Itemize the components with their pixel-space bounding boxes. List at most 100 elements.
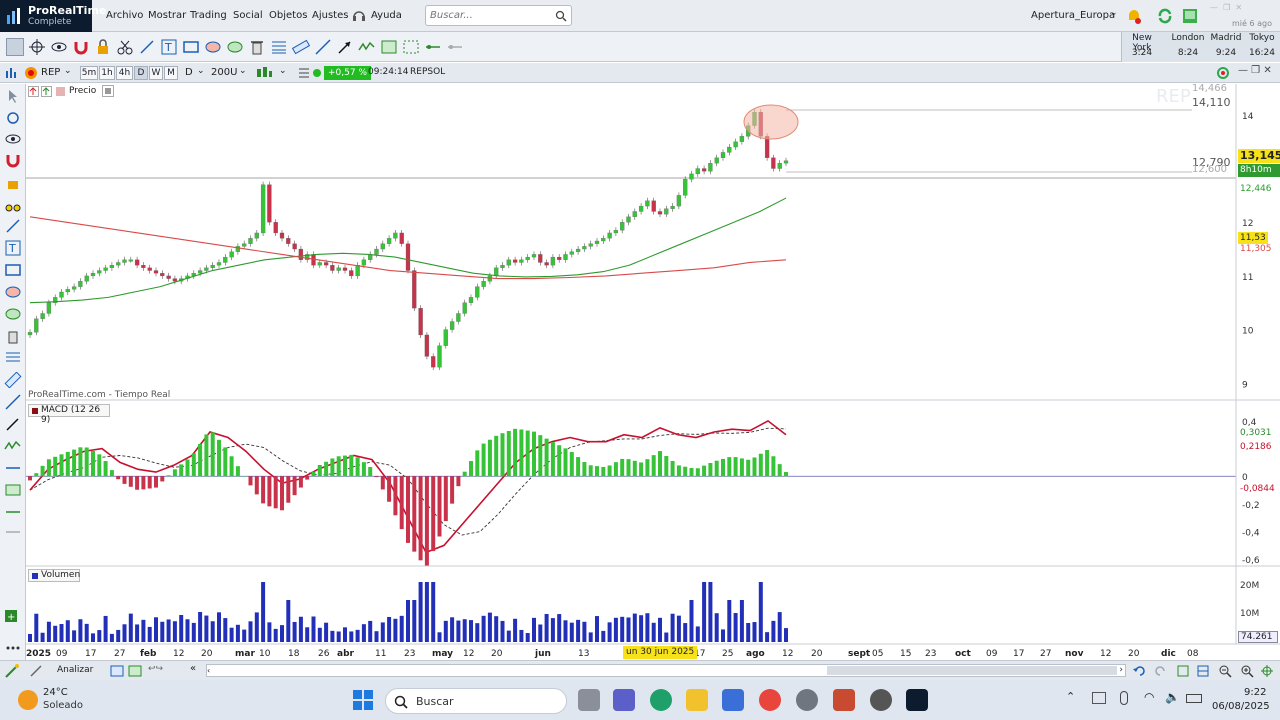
candles-style-icon[interactable]: [255, 66, 273, 80]
refresh-icon[interactable]: [1216, 66, 1230, 80]
menu-archivo[interactable]: Archivo: [106, 10, 143, 21]
symbol-chevron-icon[interactable]: ⌄: [64, 66, 72, 76]
weather-sun-icon[interactable]: [18, 690, 38, 710]
arrow-icon[interactable]: [4, 416, 22, 432]
volume-panel-header[interactable]: Volumen: [28, 569, 80, 582]
pointer-icon[interactable]: [4, 88, 22, 104]
settings-icon[interactable]: [796, 689, 818, 711]
grid-tool-icon[interactable]: [380, 38, 398, 56]
fibonacci-tool-icon[interactable]: [270, 38, 288, 56]
hline-green-icon[interactable]: [4, 504, 22, 520]
sync-icon[interactable]: [1156, 7, 1174, 25]
app-icon[interactable]: [870, 689, 892, 711]
tray-chevron-icon[interactable]: ⌃: [1066, 690, 1075, 703]
scroll-end-icon[interactable]: ›: [1119, 665, 1123, 675]
time-scrollbar[interactable]: ‹ ›: [206, 664, 1126, 677]
chart-type-icon[interactable]: [4, 66, 18, 80]
search-input[interactable]: [426, 6, 546, 25]
pointer-tool-icon[interactable]: [6, 38, 24, 56]
autoscale-icon[interactable]: [1176, 664, 1190, 678]
list-icon[interactable]: [297, 66, 311, 80]
prorealtime-taskbar-icon[interactable]: [906, 689, 928, 711]
macd-panel-header[interactable]: MACD (12 26 9): [28, 404, 110, 425]
scissors-icon[interactable]: [4, 196, 22, 212]
chart-area[interactable]: 141312111090,40-0,2-0,4-0,620M10M2025091…: [26, 83, 1280, 660]
timeframe-d[interactable]: D: [134, 66, 148, 80]
grid-icon[interactable]: [4, 482, 22, 498]
timeframe-1h[interactable]: 1h: [99, 66, 115, 80]
channel-tool-icon[interactable]: [402, 38, 420, 56]
style-chevron-icon[interactable]: ⌄: [279, 66, 287, 76]
ellipse-green-tool-icon[interactable]: [226, 38, 244, 56]
teams-icon[interactable]: [613, 689, 635, 711]
mic-icon[interactable]: [1120, 691, 1128, 705]
menu-ayuda[interactable]: Ayuda: [371, 10, 402, 21]
weather-desc[interactable]: Soleado: [43, 700, 83, 711]
crosshair-tool-icon[interactable]: [28, 38, 46, 56]
add-indicator-icon[interactable]: +: [4, 608, 22, 624]
magic-icon[interactable]: [28, 663, 44, 679]
hline-tool-icon[interactable]: [424, 38, 442, 56]
line-tool-icon[interactable]: [314, 38, 332, 56]
zoom-out-icon[interactable]: [1218, 664, 1232, 678]
wave-icon[interactable]: [4, 438, 22, 454]
wifi-icon[interactable]: ◠: [1144, 690, 1154, 704]
search-icon[interactable]: [555, 10, 567, 22]
price-panel-settings-icon[interactable]: [41, 86, 52, 97]
alert-icon[interactable]: [1126, 8, 1142, 24]
workspace-chevron-icon[interactable]: ⌄: [1110, 8, 1118, 18]
taskbar-search[interactable]: Buscar: [385, 688, 567, 714]
segment-icon[interactable]: [4, 218, 22, 234]
more-icon[interactable]: [4, 640, 22, 656]
scissors-tool-icon[interactable]: [116, 38, 134, 56]
chart-svg[interactable]: 141312111090,40-0,2-0,4-0,620M10M2025091…: [26, 84, 1280, 660]
trash-icon[interactable]: [4, 328, 22, 344]
menu-mostrar[interactable]: Mostrar: [148, 10, 186, 21]
timeframe-4h[interactable]: 4h: [116, 66, 133, 80]
period-select[interactable]: D: [185, 67, 193, 78]
units-chevron-icon[interactable]: ⌄: [239, 66, 247, 76]
menu-social[interactable]: Social: [233, 10, 263, 21]
timeframe-w[interactable]: W: [149, 66, 163, 80]
windows-start-icon[interactable]: [352, 689, 374, 711]
trash-tool-icon[interactable]: [248, 38, 266, 56]
period-chevron-icon[interactable]: ⌄: [197, 66, 205, 76]
wave-tool-icon[interactable]: [358, 38, 376, 56]
workspace-select[interactable]: Apertura_Europa: [1031, 10, 1115, 21]
fit-icon[interactable]: [1196, 664, 1210, 678]
segment-tool-icon[interactable]: [138, 38, 156, 56]
eye-icon[interactable]: [4, 131, 22, 147]
hline-grey-icon[interactable]: [4, 524, 22, 540]
price-panel-menu-icon[interactable]: [102, 85, 114, 97]
chrome-icon[interactable]: [759, 689, 781, 711]
file-explorer-icon[interactable]: [686, 689, 708, 711]
analyze-wand-icon[interactable]: [4, 663, 20, 679]
volume-icon[interactable]: 🔈: [1165, 690, 1180, 704]
hline-icon[interactable]: [4, 460, 22, 476]
window-controls[interactable]: — ❐ ✕: [1210, 3, 1242, 12]
magnet-icon[interactable]: [4, 152, 22, 168]
ellipse-green-icon[interactable]: [4, 306, 22, 322]
powerpoint-icon[interactable]: [833, 689, 855, 711]
clock-time[interactable]: 9:22: [1244, 687, 1266, 698]
headset-icon[interactable]: [352, 8, 366, 22]
text-icon[interactable]: T: [4, 240, 22, 256]
rectangle-tool-icon[interactable]: [182, 38, 200, 56]
timeframe-m[interactable]: M: [164, 66, 178, 80]
battery-icon[interactable]: [1186, 694, 1202, 703]
arrow-tool-icon[interactable]: [336, 38, 354, 56]
menu-objetos[interactable]: Objetos: [269, 10, 307, 21]
line-icon[interactable]: [4, 394, 22, 410]
symbol-field[interactable]: REP: [41, 67, 60, 78]
system-icon[interactable]: [128, 664, 142, 678]
chart-window-controls[interactable]: — ❐ ✕: [1238, 65, 1272, 76]
units-select[interactable]: 200U: [211, 67, 237, 78]
zoom-in-icon[interactable]: [1240, 664, 1254, 678]
eye-tool-icon[interactable]: [50, 38, 68, 56]
redo-icon[interactable]: [1154, 664, 1168, 678]
price-panel-close-icon[interactable]: [28, 86, 39, 97]
edge-icon[interactable]: [650, 689, 672, 711]
text-tool-icon[interactable]: T: [160, 38, 178, 56]
scroll-start-icon[interactable]: ‹: [207, 666, 210, 675]
analizar-button[interactable]: Analizar: [57, 665, 93, 675]
